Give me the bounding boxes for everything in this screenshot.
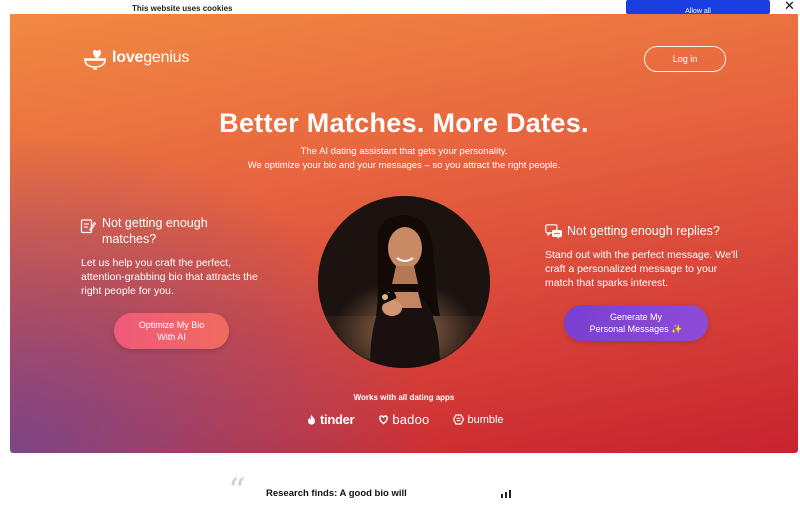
cookie-text: This website uses cookies <box>132 4 233 13</box>
works-with-apps-heading: Works with all dating apps <box>353 393 455 402</box>
optimize-bio-button-line1: Optimize My Bio <box>138 320 205 330</box>
left-card-title: Not getting enough matches? <box>102 216 208 246</box>
badoo-logo: badoo <box>378 412 429 427</box>
bumble-label: bumble <box>467 413 504 426</box>
woman-with-phone-photo <box>318 196 490 368</box>
chart-icon <box>501 490 511 498</box>
tinder-flame-icon <box>308 414 315 425</box>
bumble-logo: bumble <box>453 413 504 426</box>
cookie-allow-button[interactable]: Allow all <box>626 0 770 14</box>
subtitle-line-1: The AI dating assistant that gets your p… <box>300 146 508 157</box>
close-icon[interactable]: ✕ <box>784 0 795 14</box>
generate-messages-button-line2: Personal Messages ✨ <box>589 324 683 334</box>
edit-bio-icon <box>80 219 96 234</box>
login-button[interactable]: Log in <box>644 46 726 72</box>
optimize-bio-button-line2: With AI <box>157 332 186 342</box>
subtitle-line-2: We optimize your bio and your messages –… <box>247 160 561 171</box>
optimize-bio-button[interactable]: Optimize My Bio With AI <box>114 313 229 349</box>
love-genius-logo-icon <box>84 50 106 70</box>
tinder-label: tinder <box>320 412 355 427</box>
logo[interactable]: lovegenius <box>82 46 189 70</box>
dating-apps-logos: tinder badoo bumble <box>306 412 504 427</box>
chat-bubbles-icon <box>545 224 562 239</box>
bumble-hexagon-icon <box>453 414 465 425</box>
research-text: Research finds: A good bio will <box>266 488 407 499</box>
logo-text: lovegenius <box>112 49 190 66</box>
generate-messages-button[interactable]: Generate My Personal Messages ✨ <box>564 305 708 341</box>
page-headline: Better Matches. More Dates. <box>219 108 589 138</box>
quote-icon: “ <box>228 471 246 511</box>
cookie-banner: This website uses cookies Allow all ✕ <box>0 0 800 14</box>
portrait-illustration <box>318 196 490 368</box>
badoo-label: badoo <box>392 412 430 427</box>
generate-messages-button-line1: Generate My <box>609 312 663 322</box>
hero-section: lovegenius Log in Better Matches. More D… <box>10 12 798 453</box>
right-card-body: Stand out with the perfect message. We'l… <box>545 249 738 289</box>
tinder-logo: tinder <box>306 412 355 427</box>
right-card-title: Not getting enough replies? <box>567 224 720 238</box>
left-card-body: Let us help you craft the perfect, atten… <box>81 257 258 297</box>
badoo-heart-icon <box>379 415 389 425</box>
